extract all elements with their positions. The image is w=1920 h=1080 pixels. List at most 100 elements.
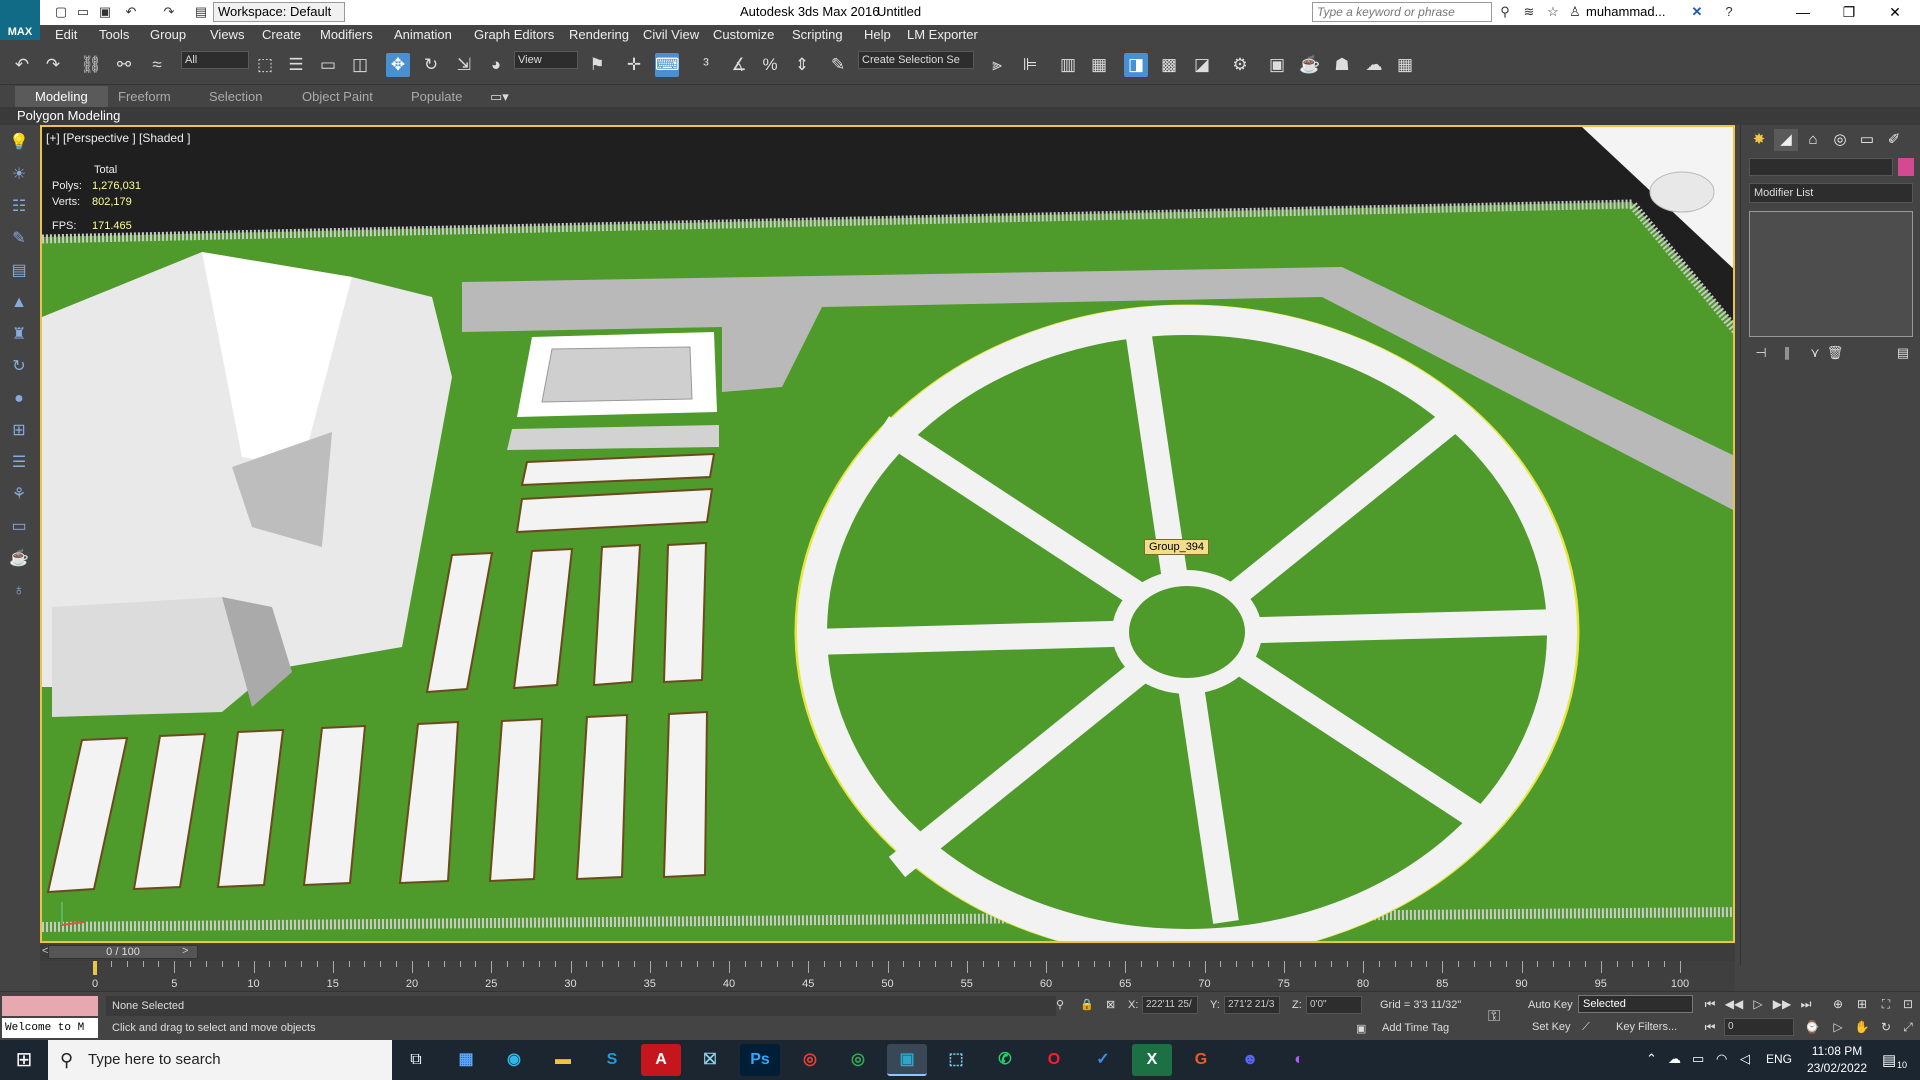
transform-icon[interactable]: ⊞ [7, 419, 31, 443]
scene-explorer-icon[interactable]: ☷ [7, 195, 31, 219]
spinner-snap-icon[interactable]: ⇕ [790, 53, 814, 77]
selection-lock-icon[interactable]: 🔒 [1080, 998, 1094, 1011]
help-search-input[interactable]: Type a keyword or phrase [1312, 2, 1492, 22]
3ds-max-taskbar-icon[interactable]: ▣ [887, 1044, 927, 1076]
select-manipulate-icon[interactable]: ✛ [622, 53, 646, 77]
undo-icon[interactable]: ↶ [122, 3, 140, 21]
minimize-button[interactable]: — [1780, 0, 1826, 25]
select-object-icon[interactable]: ⬚ [253, 53, 277, 77]
sphere-icon[interactable]: ● [7, 387, 31, 411]
menu-tools[interactable]: Tools [99, 27, 129, 42]
app-logo[interactable]: MAX [0, 0, 40, 40]
open-file-icon[interactable]: ▭ [74, 3, 92, 21]
menu-create[interactable]: Create [262, 27, 301, 42]
named-selection-set-dropdown[interactable]: Create Selection Se [858, 51, 974, 69]
clock[interactable]: 11:08 PM 23/02/2022 [1797, 1043, 1877, 1077]
discord-icon[interactable]: ☻ [1230, 1044, 1270, 1076]
whatsapp-icon[interactable]: ✆ [985, 1044, 1025, 1076]
modifier-stack[interactable] [1749, 211, 1913, 337]
menu-customize[interactable]: Customize [713, 27, 774, 42]
maxscript-listener[interactable] [2, 996, 98, 1016]
cone-icon[interactable]: ▲ [7, 291, 31, 315]
select-and-rotate-icon[interactable]: ↻ [419, 53, 443, 77]
tray-chevron-icon[interactable]: ⌃ [1646, 1051, 1657, 1067]
bottle-icon[interactable]: ♜ [7, 323, 31, 347]
schematic-view-icon[interactable]: ▩ [1157, 53, 1181, 77]
object-color-swatch[interactable] [1898, 158, 1914, 176]
redo-icon[interactable]: ↷ [160, 3, 178, 21]
set-key-button[interactable]: Set Key [1532, 1021, 1571, 1033]
redo-icon[interactable]: ↷ [41, 53, 65, 77]
subscription-icon[interactable]: ≋ [1520, 3, 1538, 21]
wifi-icon[interactable]: ◠ [1716, 1051, 1727, 1067]
user-icon[interactable]: ♙ [1566, 3, 1584, 21]
screen-icon[interactable]: ▭ [7, 515, 31, 539]
podcast-icon[interactable]: ◐ [1279, 1044, 1319, 1076]
volume-icon[interactable]: ◁ [1740, 1051, 1750, 1067]
configure-sets-icon[interactable]: ▤ [1893, 344, 1913, 362]
task-view-icon[interactable]: ⧉ [396, 1044, 436, 1076]
zoom-all-icon[interactable]: ⊞ [1852, 995, 1872, 1013]
pan-icon[interactable]: ✋ [1852, 1018, 1872, 1036]
exchange-icon[interactable]: ✕ [1688, 3, 1706, 21]
lightbulb-icon[interactable]: 💡 [7, 131, 31, 155]
cloud-icon[interactable]: ☁ [1668, 1051, 1681, 1067]
set-key-icon[interactable]: ⟋ [1582, 1021, 1590, 1034]
time-config-icon[interactable]: ⌚ [1802, 1018, 1822, 1036]
zoom-icon[interactable]: ⊕ [1828, 995, 1848, 1013]
favorites-star-icon[interactable]: ☆ [1544, 3, 1562, 21]
undo-icon[interactable]: ↶ [10, 53, 34, 77]
render-setup-icon[interactable]: ⚙ [1228, 53, 1252, 77]
tab-object-paint[interactable]: Object Paint [302, 89, 373, 104]
menu-scripting[interactable]: Scripting [792, 27, 843, 42]
revit-icon[interactable]: ⛝ [690, 1044, 730, 1076]
tab-modeling[interactable]: Modeling [15, 86, 108, 107]
new-file-icon[interactable]: ▢ [52, 3, 70, 21]
create-tab-icon[interactable]: ✸ [1747, 129, 1771, 151]
viewport-label[interactable]: [+] [Perspective ] [Shaded ] [46, 131, 190, 145]
mirror-icon[interactable]: ⫸ [985, 53, 1009, 77]
edit-named-selection-icon[interactable]: ✎ [826, 53, 850, 77]
utilities-tab-icon[interactable]: ✐ [1882, 129, 1906, 151]
tab-selection[interactable]: Selection [209, 89, 262, 104]
opera-icon[interactable]: O [1034, 1044, 1074, 1076]
select-and-place-icon[interactable]: ◕ [484, 53, 508, 77]
username[interactable]: muhammad... [1586, 4, 1665, 19]
menu-views[interactable]: Views [210, 27, 244, 42]
device-icon[interactable]: ▭ [1692, 1051, 1704, 1067]
orbit-icon[interactable]: ↻ [1876, 1018, 1896, 1036]
go-to-start-icon[interactable]: ⏮ [1700, 995, 1720, 1013]
help-icon[interactable]: ? [1720, 3, 1738, 21]
motion-tab-icon[interactable]: ◎ [1828, 129, 1852, 151]
maximize-viewport-icon[interactable]: ⤢ [1898, 1018, 1918, 1036]
menu-animation[interactable]: Animation [394, 27, 452, 42]
material-editor-icon[interactable]: ◪ [1190, 53, 1214, 77]
select-and-scale-icon[interactable]: ⇲ [452, 53, 476, 77]
render-production-icon[interactable]: ☕ [1298, 53, 1322, 77]
add-time-tag[interactable]: Add Time Tag [1382, 1022, 1449, 1034]
link-icon[interactable]: ⛓ [79, 53, 103, 77]
key-icon[interactable]: ⚿ [1488, 1008, 1500, 1026]
todo-icon[interactable]: ✓ [1083, 1044, 1123, 1076]
align-icon[interactable]: ⊫ [1018, 53, 1042, 77]
show-end-result-icon[interactable]: ∥ [1777, 344, 1797, 362]
z-coord-field[interactable]: 0'0" [1306, 996, 1362, 1014]
language-indicator[interactable]: ENG [1766, 1052, 1792, 1066]
circular-garden[interactable] [794, 304, 1580, 943]
menu-edit[interactable]: Edit [55, 27, 77, 42]
start-button[interactable]: ⊞ [0, 1040, 48, 1080]
isolate-icon[interactable]: ⚲ [1056, 998, 1064, 1011]
menu-civil-view[interactable]: Civil View [643, 27, 699, 42]
absolute-mode-icon[interactable]: ⊠ [1106, 998, 1115, 1011]
edge-icon[interactable]: ◉ [494, 1044, 534, 1076]
time-slider-thumb[interactable]: 0 / 100 [48, 945, 198, 959]
notes-icon[interactable]: ⬚ [936, 1044, 976, 1076]
window-crossing-icon[interactable]: ◫ [348, 53, 372, 77]
menu-modifiers[interactable]: Modifiers [320, 27, 373, 42]
save-icon[interactable]: ▣ [96, 3, 114, 21]
field-of-view-icon[interactable]: ▷ [1828, 1018, 1848, 1036]
teapot-icon[interactable]: ☕ [7, 547, 31, 571]
make-unique-icon[interactable]: ⋎ [1805, 344, 1825, 362]
calculator-icon[interactable]: ▦ [446, 1044, 486, 1076]
scene-render[interactable] [42, 127, 1735, 943]
